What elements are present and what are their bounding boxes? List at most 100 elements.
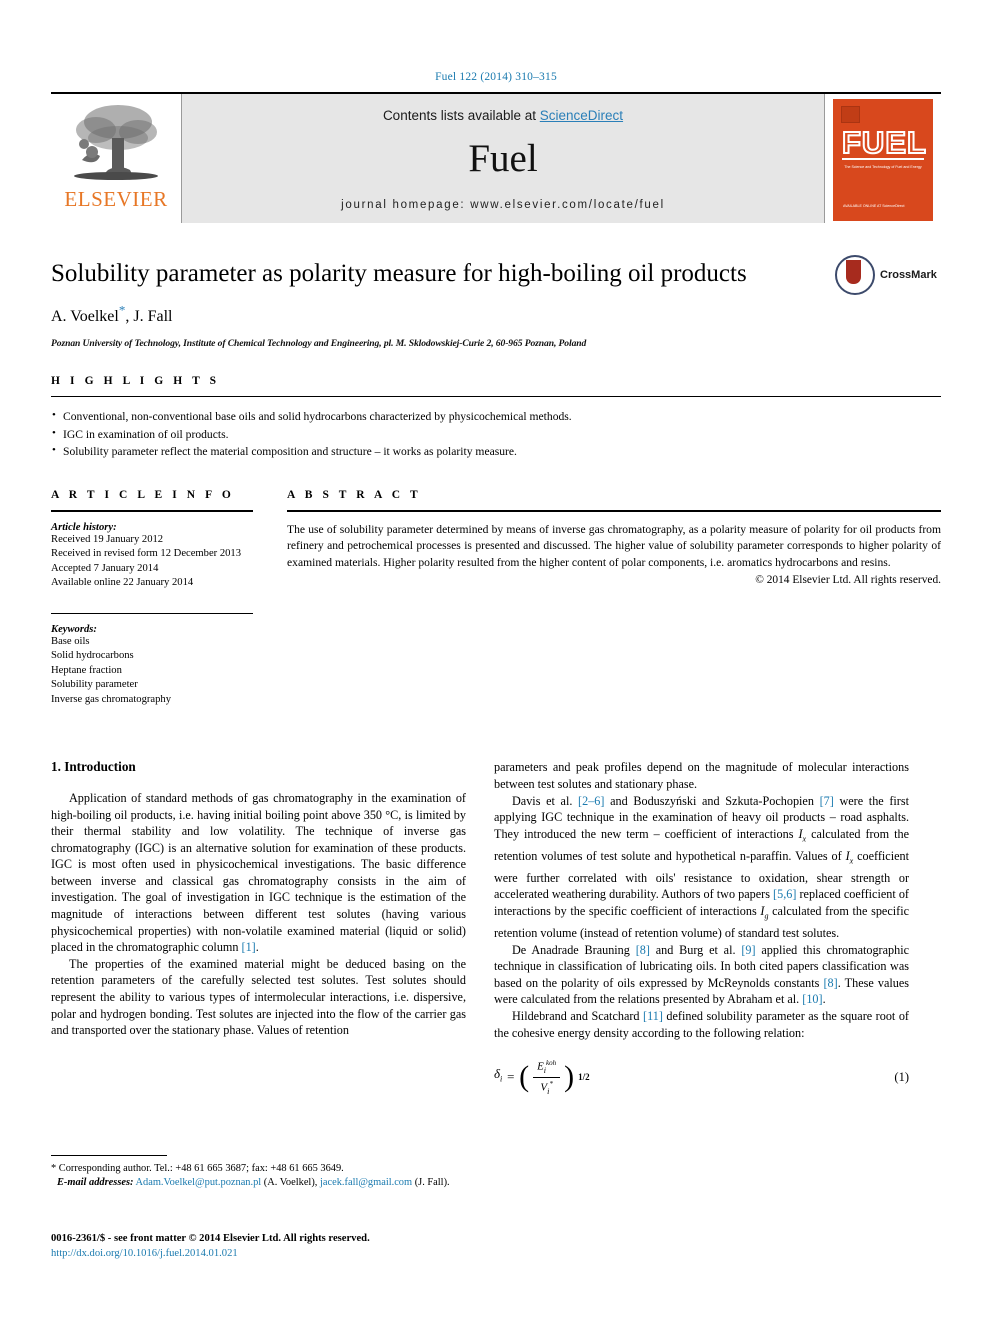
info-abstract-row: A R T I C L E I N F O Article history: R… xyxy=(51,489,941,708)
article-info-column: A R T I C L E I N F O Article history: R… xyxy=(51,489,287,708)
email-link-voelkel[interactable]: Adam.Voelkel@put.poznan.pl xyxy=(136,1177,262,1188)
elsevier-logo-block: ELSEVIER xyxy=(51,94,181,223)
equation-1: δi = ( Eikoh Vi* ) 1/2 xyxy=(494,1057,590,1098)
equation-fraction: Eikoh Vi* xyxy=(533,1057,561,1098)
elsevier-wordmark: ELSEVIER xyxy=(64,187,168,211)
paragraph: Davis et al. [2–6] and Boduszyński and S… xyxy=(494,793,909,942)
keyword-item: Base oils xyxy=(51,635,90,647)
paragraph: Application of standard methods of gas c… xyxy=(51,790,466,956)
citation-link[interactable]: [7] xyxy=(820,794,834,808)
crossmark-badge[interactable]: CrossMark xyxy=(835,255,941,295)
abstract-heading: A B S T R A C T xyxy=(287,488,422,501)
paragraph-text: De Anadrade Brauning xyxy=(512,942,636,957)
list-item: Conventional, non-conventional base oils… xyxy=(51,407,941,426)
paragraph-text: Application of standard methods of gas c… xyxy=(51,790,466,955)
citation-link[interactable]: [10] xyxy=(802,992,822,1006)
equation-paren-close: ) xyxy=(564,1060,575,1094)
email-link-fall[interactable]: jacek.fall@gmail.com xyxy=(320,1177,412,1188)
paragraph-text: Davis et al. xyxy=(512,793,579,808)
sciencedirect-link[interactable]: ScienceDirect xyxy=(540,108,623,123)
citation-link[interactable]: [8] xyxy=(824,976,838,990)
symbol-ix: Ix xyxy=(798,826,807,844)
body-column-left: 1. Introduction Application of standard … xyxy=(51,759,466,1098)
crossmark-icon xyxy=(835,255,875,295)
cover-bottom-text: AVAILABLE ONLINE AT ScienceDirect xyxy=(843,204,905,208)
corresponding-author-note: * Corresponding author. Tel.: +48 61 665… xyxy=(51,1163,344,1174)
paragraph-text: . xyxy=(822,992,826,1007)
email-owner-fall: (J. Fall). xyxy=(414,1177,450,1189)
footnote-block: * Corresponding author. Tel.: +48 61 665… xyxy=(51,1155,466,1191)
keyword-item: Solubility parameter xyxy=(51,679,138,691)
highlights-heading: H I G H L I G H T S xyxy=(51,375,220,388)
email-label: E-mail addresses: xyxy=(57,1177,134,1189)
paragraph: De Anadrade Brauning [8] and Burg et al.… xyxy=(494,942,909,1008)
equation-lhs: δi xyxy=(494,1066,503,1084)
journal-masthead: ELSEVIER Contents lists available at Sci… xyxy=(51,92,941,223)
journal-homepage-line[interactable]: journal homepage: www.elsevier.com/locat… xyxy=(341,199,665,211)
doi-link[interactable]: http://dx.doi.org/10.1016/j.fuel.2014.01… xyxy=(51,1248,238,1259)
issn-copyright-line: 0016-2361/$ - see front matter © 2014 El… xyxy=(51,1233,370,1244)
keywords-block: Keywords: Base oils Solid hydrocarbons H… xyxy=(51,612,253,708)
journal-article-page: Fuel 122 (2014) 310–315 ELSEVIER Content… xyxy=(0,0,992,1323)
journal-cover-image: FUEL The Science and Technology of Fuel … xyxy=(833,99,933,221)
abstract-copyright: © 2014 Elsevier Ltd. All rights reserved… xyxy=(755,574,941,587)
page-title: Solubility parameter as polarity measure… xyxy=(51,260,747,287)
contents-prefix: Contents lists available at xyxy=(382,108,540,123)
highlights-section: H I G H L I G H T S Conventional, non-co… xyxy=(51,375,941,461)
contents-available-line: Contents lists available at ScienceDirec… xyxy=(383,108,623,123)
article-history-item: Received 19 January 2012 xyxy=(51,533,164,545)
equation-row: δi = ( Eikoh Vi* ) 1/2 (1) xyxy=(494,1057,909,1098)
article-title-block: Solubility parameter as polarity measure… xyxy=(51,223,941,349)
section-heading-introduction: 1. Introduction xyxy=(51,759,136,775)
corresponding-author-marker[interactable]: * xyxy=(119,303,126,318)
cover-divider xyxy=(842,158,924,160)
journal-title: Fuel xyxy=(468,137,538,180)
cover-subtitle: The Science and Technology of Fuel and E… xyxy=(844,165,922,169)
equation-denominator: Vi* xyxy=(540,1079,553,1096)
equation-number: (1) xyxy=(894,1070,909,1085)
running-head: Fuel 122 (2014) 310–315 xyxy=(435,71,557,83)
cover-journal-title: FUEL xyxy=(841,125,927,161)
equation-exponent: 1/2 xyxy=(578,1072,590,1083)
keywords-label: Keywords: xyxy=(51,623,97,635)
citation-link[interactable]: [5,6] xyxy=(773,887,796,901)
masthead-right: FUEL The Science and Technology of Fuel … xyxy=(825,94,941,223)
citation-link[interactable]: [2–6] xyxy=(578,794,604,808)
email-owner-voelkel: (A. Voelkel), xyxy=(263,1177,318,1189)
article-history-item: Available online 22 January 2014 xyxy=(51,577,194,589)
equation-equals: = xyxy=(506,1069,516,1085)
elsevier-tree-icon xyxy=(68,100,164,186)
article-info-heading: A R T I C L E I N F O xyxy=(51,488,235,501)
list-item: Solubility parameter reflect the materia… xyxy=(51,442,941,461)
citation-link[interactable]: [8] xyxy=(636,943,650,957)
email-addresses-note: E-mail addresses: Adam.Voelkel@put.pozna… xyxy=(51,1176,466,1190)
paragraph: parameters and peak profiles depend on t… xyxy=(494,760,909,791)
article-info-divider xyxy=(51,509,253,512)
equation-paren-open: ( xyxy=(519,1060,530,1094)
abstract-text: The use of solubility parameter determin… xyxy=(287,522,941,569)
paragraph: The properties of the examined material … xyxy=(51,956,466,1038)
list-item: IGC in examination of oil products. xyxy=(51,425,941,444)
footnote-divider xyxy=(51,1155,167,1156)
crossmark-label: CrossMark xyxy=(880,269,937,281)
paragraph-text: and Boduszyński and Szkuta-Pochopien xyxy=(604,793,820,808)
paragraph: Hildebrand and Scatchard [11] defined so… xyxy=(494,1008,909,1041)
article-history-item: Accepted 7 January 2014 xyxy=(51,562,159,574)
equation-numerator: Eikoh xyxy=(533,1057,561,1078)
article-history-label: Article history: xyxy=(51,521,117,533)
abstract-divider xyxy=(287,509,941,512)
citation-link[interactable]: [1] xyxy=(242,940,256,954)
cover-elsevier-mark-icon xyxy=(841,106,860,123)
highlights-list: Conventional, non-conventional base oils… xyxy=(51,407,941,461)
masthead-center: Contents lists available at ScienceDirec… xyxy=(181,94,825,223)
citation-link[interactable]: [11] xyxy=(643,1009,663,1023)
footer-block: 0016-2361/$ - see front matter © 2014 El… xyxy=(51,1231,491,1261)
body-column-right: parameters and peak profiles depend on t… xyxy=(494,759,909,1098)
affiliation: Poznan University of Technology, Institu… xyxy=(51,338,587,350)
citation-link[interactable]: [9] xyxy=(741,943,755,957)
paragraph-text: Hildebrand and Scatchard xyxy=(512,1008,644,1023)
author-list: A. Voelkel*, J. Fall xyxy=(51,303,941,326)
paragraph-text-end: . xyxy=(255,940,259,955)
keyword-item: Solid hydrocarbons xyxy=(51,650,134,662)
article-body: 1. Introduction Application of standard … xyxy=(51,759,941,1098)
